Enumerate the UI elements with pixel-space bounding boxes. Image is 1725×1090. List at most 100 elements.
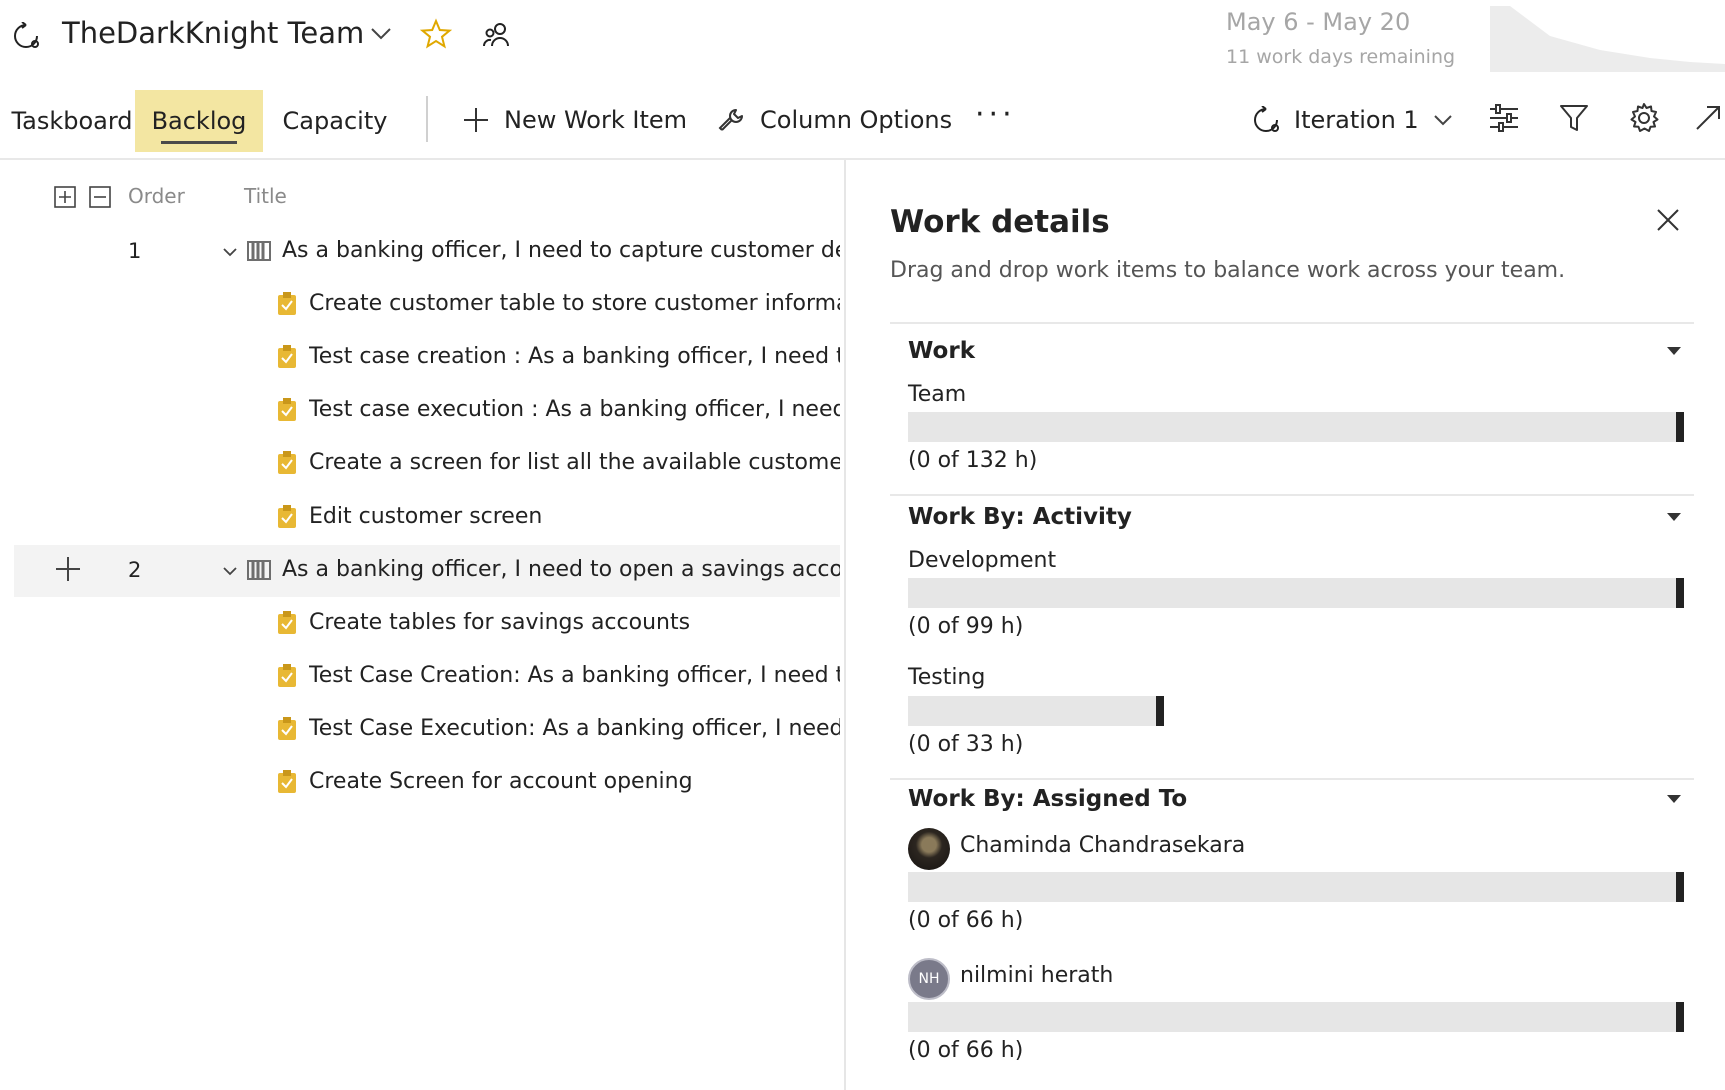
expand-icon[interactable] bbox=[1688, 98, 1725, 138]
team-header: TheDarkKnight Team May 6 - May 20 11 wor… bbox=[0, 0, 1725, 80]
capacity-marker bbox=[1676, 872, 1684, 902]
chevron-down-icon[interactable] bbox=[222, 563, 238, 579]
section-heading-assigned[interactable]: Work By: Assigned To bbox=[908, 786, 1187, 812]
team-name[interactable]: TheDarkKnight Team bbox=[62, 16, 364, 50]
panel-title: Work details bbox=[890, 204, 1110, 240]
capacity-hours: (0 of 99 h) bbox=[908, 614, 1024, 639]
capacity-hours: (0 of 66 h) bbox=[908, 908, 1024, 933]
capacity-label: Testing bbox=[908, 665, 986, 690]
task-clipboard-icon bbox=[278, 717, 296, 740]
avatar bbox=[908, 828, 950, 870]
capacity-label: Development bbox=[908, 548, 1057, 573]
task-clipboard-icon bbox=[278, 611, 296, 634]
work-item-title[interactable]: As a banking officer, I need to capture … bbox=[282, 238, 840, 263]
caret-down-icon[interactable] bbox=[1666, 512, 1682, 522]
capacity-bar bbox=[908, 1002, 1684, 1032]
backlog-row[interactable]: Test case creation : As a banking office… bbox=[14, 332, 840, 384]
backlog-row[interactable]: Test case execution : As a banking offic… bbox=[14, 385, 840, 437]
assignee-name: nilmini herath bbox=[960, 963, 1114, 988]
toolbar-divider bbox=[426, 96, 428, 142]
gear-icon[interactable] bbox=[1624, 98, 1664, 138]
backlog-row[interactable]: Test Case Creation: As a banking officer… bbox=[14, 651, 840, 703]
caret-down-icon[interactable] bbox=[1666, 346, 1682, 356]
task-clipboard-icon bbox=[278, 292, 296, 315]
section-divider bbox=[890, 494, 1694, 496]
star-icon[interactable] bbox=[420, 18, 452, 50]
backlog-row[interactable]: Create tables for savings accounts bbox=[14, 598, 840, 650]
title-column-header[interactable]: Title bbox=[244, 184, 287, 208]
book-icon bbox=[247, 241, 271, 261]
capacity-hours: (0 of 33 h) bbox=[908, 732, 1024, 757]
settings-sliders-icon[interactable] bbox=[1484, 98, 1524, 138]
team-members-icon[interactable] bbox=[482, 20, 512, 50]
filter-icon[interactable] bbox=[1554, 98, 1594, 138]
task-clipboard-icon bbox=[278, 345, 296, 368]
sprint-icon bbox=[1254, 106, 1279, 132]
wrench-icon bbox=[718, 109, 743, 131]
section-heading-activity[interactable]: Work By: Activity bbox=[908, 504, 1132, 530]
days-remaining: 11 work days remaining bbox=[1226, 46, 1456, 68]
capacity-marker bbox=[1676, 1002, 1684, 1032]
burndown-sparkline[interactable] bbox=[1490, 2, 1725, 72]
iteration-picker[interactable]: Iteration 1 bbox=[1252, 92, 1453, 148]
plus-icon bbox=[464, 108, 488, 132]
task-clipboard-icon bbox=[278, 451, 296, 474]
backlog-list: Order Title 1 As a banking officer, I ne… bbox=[0, 160, 843, 1090]
caret-down-icon[interactable] bbox=[1666, 794, 1682, 804]
plus-icon[interactable] bbox=[54, 555, 82, 583]
backlog-row[interactable]: Edit customer screen bbox=[14, 492, 840, 544]
more-icon[interactable]: ··· bbox=[975, 86, 1016, 142]
backlog-row[interactable]: Create customer table to store customer … bbox=[14, 279, 840, 331]
backlog-row[interactable]: 2 As a banking officer, I need to open a… bbox=[14, 545, 840, 597]
task-clipboard-icon bbox=[278, 505, 296, 528]
work-item-title[interactable]: As a banking officer, I need to open a s… bbox=[282, 557, 840, 582]
capacity-bar bbox=[908, 872, 1684, 902]
work-item-title[interactable]: Test Case Execution: As a banking office… bbox=[309, 716, 840, 741]
chevron-down-icon[interactable] bbox=[370, 26, 392, 42]
toolbar: Taskboard Backlog Capacity New Work Item… bbox=[0, 88, 1725, 156]
chevron-down-icon bbox=[1433, 115, 1452, 126]
row-order: 2 bbox=[128, 558, 142, 582]
section-divider bbox=[890, 322, 1694, 324]
capacity-bar bbox=[908, 696, 1164, 726]
capacity-marker bbox=[1676, 412, 1684, 442]
avatar: NH bbox=[908, 958, 950, 1000]
row-order: 1 bbox=[128, 239, 142, 263]
work-item-title[interactable]: Edit customer screen bbox=[309, 504, 840, 529]
tab-capacity[interactable]: Capacity bbox=[280, 90, 390, 152]
column-options-button[interactable]: Column Options bbox=[718, 92, 952, 148]
capacity-label: Team bbox=[908, 382, 967, 407]
work-item-title[interactable]: Test case execution : As a banking offic… bbox=[309, 397, 840, 422]
backlog-row[interactable]: Create a screen for list all the availab… bbox=[14, 438, 840, 490]
section-divider bbox=[890, 778, 1694, 780]
book-icon bbox=[247, 560, 271, 580]
iteration-label: Iteration 1 bbox=[1294, 106, 1419, 134]
expand-all-icon[interactable] bbox=[54, 186, 76, 208]
new-work-item-label: New Work Item bbox=[504, 106, 688, 134]
backlog-row[interactable]: Test Case Execution: As a banking office… bbox=[14, 704, 840, 756]
work-item-title[interactable]: Create customer table to store customer … bbox=[309, 291, 840, 316]
work-item-title[interactable]: Test case creation : As a banking office… bbox=[309, 344, 840, 369]
panel-description: Drag and drop work items to balance work… bbox=[890, 258, 1566, 283]
column-options-label: Column Options bbox=[760, 106, 953, 134]
task-clipboard-icon bbox=[278, 770, 296, 793]
tab-backlog[interactable]: Backlog bbox=[135, 90, 263, 152]
tab-taskboard[interactable]: Taskboard bbox=[10, 90, 134, 152]
assignee-name: Chaminda Chandrasekara bbox=[960, 833, 1246, 858]
new-work-item-button[interactable]: New Work Item bbox=[462, 92, 687, 148]
backlog-row[interactable]: 1 As a banking officer, I need to captur… bbox=[14, 226, 840, 278]
close-icon[interactable] bbox=[1654, 206, 1682, 234]
section-heading-work[interactable]: Work bbox=[908, 338, 975, 364]
backlog-row[interactable]: Create Screen for account opening bbox=[14, 757, 840, 809]
task-clipboard-icon bbox=[278, 398, 296, 421]
capacity-marker bbox=[1156, 696, 1164, 726]
chevron-down-icon[interactable] bbox=[222, 244, 238, 260]
collapse-all-icon[interactable] bbox=[89, 186, 111, 208]
work-item-title[interactable]: Create tables for savings accounts bbox=[309, 610, 840, 635]
order-column-header[interactable]: Order bbox=[128, 184, 185, 208]
capacity-hours: (0 of 66 h) bbox=[908, 1038, 1024, 1063]
work-item-title[interactable]: Test Case Creation: As a banking officer… bbox=[309, 663, 840, 688]
work-item-title[interactable]: Create a screen for list all the availab… bbox=[309, 450, 840, 475]
work-item-title[interactable]: Create Screen for account opening bbox=[309, 769, 840, 794]
work-details-panel: Work details Drag and drop work items to… bbox=[846, 160, 1725, 1090]
